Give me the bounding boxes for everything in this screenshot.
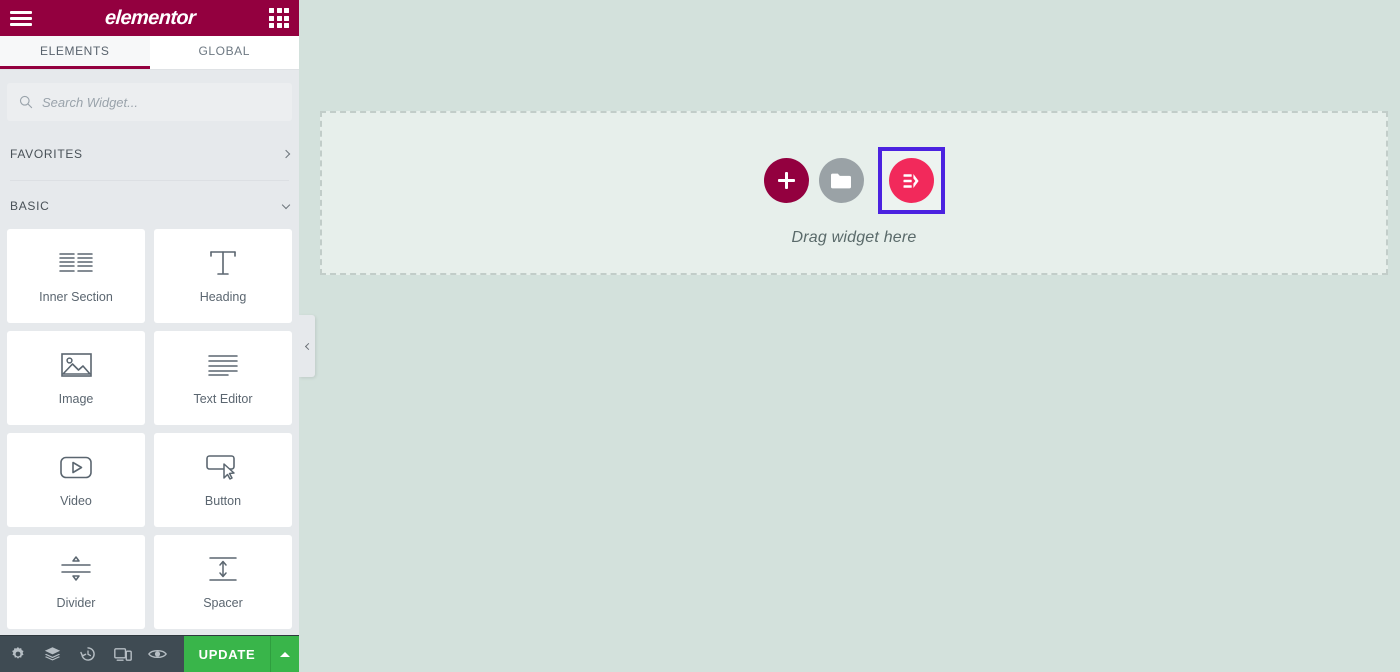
divider-icon [60,554,92,584]
search-input[interactable] [42,94,280,110]
responsive-mode-button[interactable] [105,636,140,672]
section-basic-label: BASIC [10,199,50,213]
panel-collapse-handle[interactable] [299,315,315,377]
update-button[interactable]: UPDATE [184,635,270,672]
chevron-left-icon [304,342,312,350]
caret-up-icon [280,651,290,657]
widget-text-editor[interactable]: Text Editor [154,331,292,425]
settings-button[interactable] [0,636,35,672]
widget-label: Inner Section [39,290,113,304]
gear-icon [11,646,24,659]
section-favorites-label: FAVORITES [10,147,83,161]
widget-label: Text Editor [193,392,253,406]
elementor-ai-button[interactable] [888,158,934,203]
add-template-button[interactable] [818,158,864,203]
widget-grid: Inner Section Heading Image Text Editor … [7,229,292,629]
search-widget-field[interactable] [7,83,292,121]
apps-grid-icon[interactable] [269,8,289,28]
inner-section-icon [59,248,93,278]
preview-eye-icon [148,649,167,659]
widget-panel: elementor ELEMENTS GLOBAL FAVORITES [0,0,299,672]
button-icon [206,452,240,482]
search-icon [19,95,33,109]
editor-canvas[interactable]: Drag widget here [299,0,1400,672]
preview-button[interactable] [140,636,175,672]
hamburger-icon[interactable] [10,8,32,29]
panel-header: elementor [0,0,299,36]
history-button[interactable] [70,636,105,672]
layers-icon [44,647,61,661]
widget-label: Video [60,494,92,508]
elementor-logo-icon [903,173,919,188]
widget-label: Divider [56,596,96,610]
text-editor-icon [207,350,239,380]
elementor-button-selection-outline [877,147,945,214]
spacer-icon [208,554,238,584]
section-favorites[interactable]: FAVORITES [7,137,292,171]
section-divider [10,180,289,181]
widget-label: Image [58,392,94,406]
section-basic[interactable]: BASIC [7,189,292,223]
image-icon [60,350,92,380]
widget-label: Spacer [203,596,243,610]
update-group: UPDATE [184,635,299,672]
panel-footer-toolbar: UPDATE [0,635,299,672]
widget-label: Button [204,494,242,508]
widget-heading[interactable]: Heading [154,229,292,323]
widget-divider[interactable]: Divider [7,535,145,629]
panel-body: FAVORITES BASIC [0,70,299,672]
drop-hint-label: Drag widget here [791,229,917,246]
widget-video[interactable]: Video [7,433,145,527]
elementor-editor: Drag widget here elementor ELEMENTS GLOB… [0,0,1400,672]
chevron-right-icon [281,149,291,159]
section-dropzone[interactable]: Drag widget here [320,111,1388,275]
add-new-section-button[interactable] [763,158,809,203]
history-icon [79,647,95,661]
tab-global[interactable]: GLOBAL [149,36,299,69]
widget-button[interactable]: Button [154,433,292,527]
plus-icon [777,172,795,189]
widget-spacer[interactable]: Spacer [154,535,292,629]
responsive-icon [113,647,132,661]
folder-icon [831,173,851,188]
update-options-button[interactable] [270,635,299,672]
video-icon [60,452,92,482]
tab-elements[interactable]: ELEMENTS [0,36,150,69]
elementor-brand-title: elementor [104,6,197,29]
panel-tabs: ELEMENTS GLOBAL [0,36,299,70]
widget-inner-section[interactable]: Inner Section [7,229,145,323]
chevron-down-icon [281,200,291,209]
heading-icon [208,248,238,278]
widget-image[interactable]: Image [7,331,145,425]
widget-label: Heading [199,290,247,304]
dropzone-actions [763,147,945,214]
navigator-button[interactable] [35,636,70,672]
